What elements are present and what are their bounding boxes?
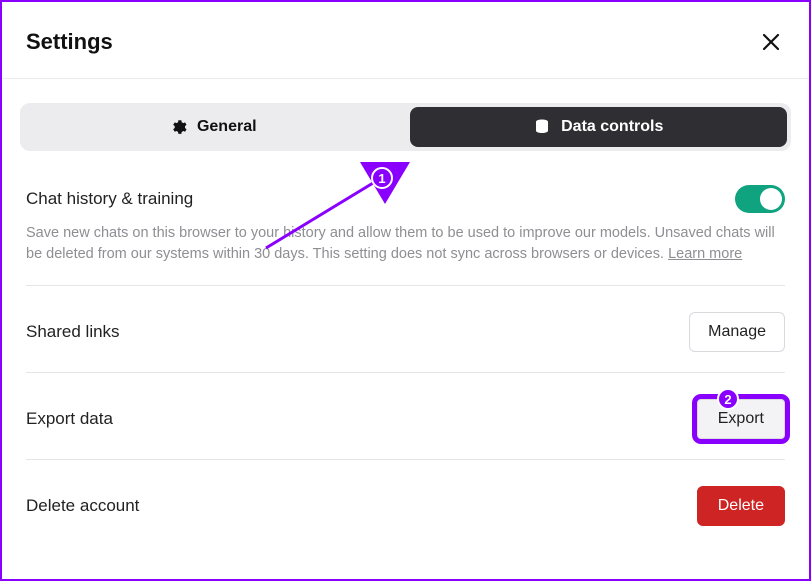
section-shared-links: Shared links Manage	[26, 312, 785, 373]
database-icon	[533, 118, 551, 136]
chat-training-description: Save new chats on this browser to your h…	[26, 223, 785, 265]
manage-button[interactable]: Manage	[689, 312, 785, 352]
export-button[interactable]: Export	[697, 399, 785, 439]
chat-training-toggle[interactable]	[735, 185, 785, 213]
gear-icon	[169, 118, 187, 136]
page-title: Settings	[26, 29, 113, 55]
settings-content: Chat history & training Save new chats o…	[20, 185, 791, 526]
tabs: General Data controls	[20, 103, 791, 151]
modal-header: Settings	[20, 28, 791, 78]
chat-training-label: Chat history & training	[26, 189, 193, 209]
export-data-label: Export data	[26, 409, 113, 429]
tab-general-label: General	[197, 118, 257, 136]
delete-account-label: Delete account	[26, 496, 139, 516]
tab-general[interactable]: General	[24, 107, 402, 147]
section-chat-training: Chat history & training Save new chats o…	[26, 185, 785, 286]
delete-button[interactable]: Delete	[697, 486, 785, 526]
tab-data-controls[interactable]: Data controls	[410, 107, 788, 147]
header-divider	[2, 78, 809, 79]
section-export-data: Export data Export	[26, 399, 785, 460]
close-icon	[762, 33, 780, 51]
learn-more-link[interactable]: Learn more	[668, 246, 742, 262]
shared-links-label: Shared links	[26, 322, 120, 342]
tab-data-controls-label: Data controls	[561, 118, 663, 136]
close-button[interactable]	[757, 28, 785, 56]
settings-modal: Settings General	[2, 2, 809, 579]
section-delete-account: Delete account Delete	[26, 486, 785, 526]
